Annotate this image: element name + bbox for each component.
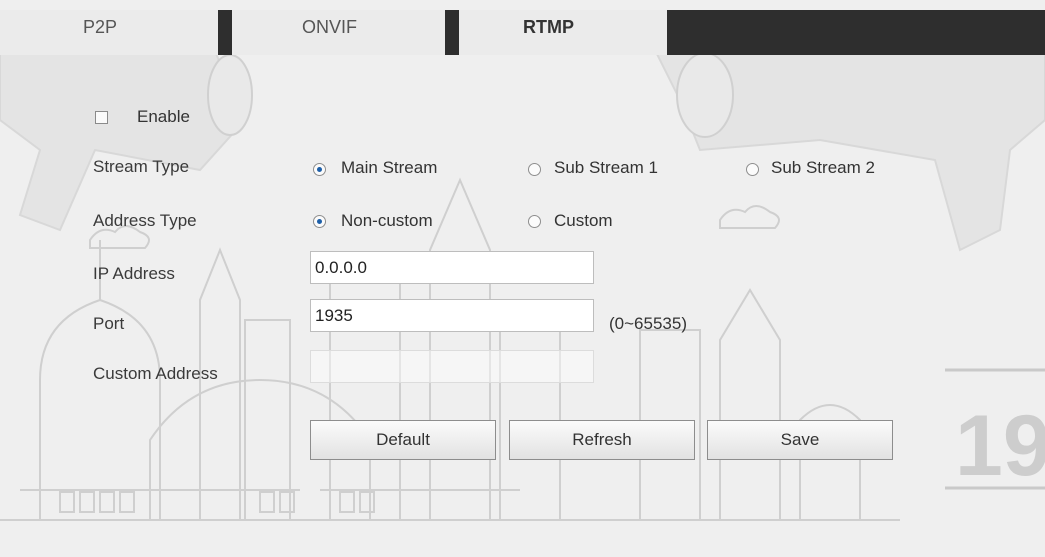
- tab-p2p[interactable]: P2P: [0, 10, 218, 55]
- custom-address-label: Custom Address: [93, 364, 218, 383]
- radio-sub-stream-1-label: Sub Stream 1: [554, 158, 658, 177]
- port-range-hint: (0~65535): [609, 314, 687, 333]
- radio-sub-stream-1[interactable]: [528, 163, 541, 176]
- radio-custom-label: Custom: [554, 211, 613, 230]
- refresh-button[interactable]: Refresh: [509, 420, 695, 460]
- port-input[interactable]: [310, 299, 594, 332]
- stream-type-label: Stream Type: [93, 157, 190, 176]
- default-button[interactable]: Default: [310, 420, 496, 460]
- port-label: Port: [93, 314, 125, 333]
- radio-non-custom-label: Non-custom: [341, 211, 433, 230]
- tab-bar: P2P ONVIF RTMP: [0, 0, 1045, 55]
- address-type-label: Address Type: [93, 211, 197, 230]
- ip-address-label: IP Address: [93, 264, 175, 283]
- tab-rtmp[interactable]: RTMP: [459, 10, 667, 55]
- tab-onvif[interactable]: ONVIF: [232, 10, 445, 55]
- radio-sub-stream-2[interactable]: [746, 163, 759, 176]
- radio-sub-stream-2-label: Sub Stream 2: [771, 158, 875, 177]
- ip-address-input[interactable]: [310, 251, 594, 284]
- enable-checkbox[interactable]: [95, 111, 108, 124]
- radio-non-custom[interactable]: [313, 215, 326, 228]
- save-button[interactable]: Save: [707, 420, 893, 460]
- radio-main-stream-label: Main Stream: [341, 158, 438, 177]
- watermark-number: 19: [955, 398, 1045, 494]
- enable-label: Enable: [137, 107, 190, 126]
- radio-custom[interactable]: [528, 215, 541, 228]
- custom-address-input[interactable]: [310, 350, 594, 383]
- radio-main-stream[interactable]: [313, 163, 326, 176]
